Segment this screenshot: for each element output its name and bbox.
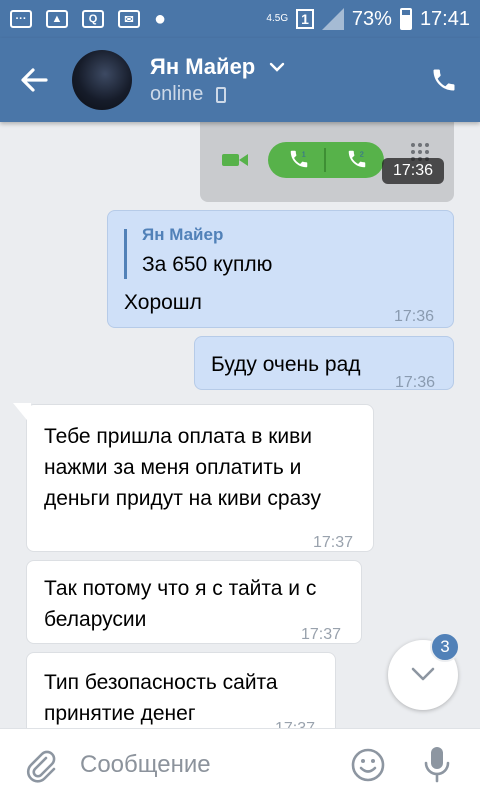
sim-badge-1: 1 (302, 149, 306, 158)
quote-text: За 650 куплю (142, 253, 273, 276)
message-time: 17:36 (394, 308, 435, 325)
chevron-down-icon[interactable] (268, 58, 286, 76)
paperclip-icon[interactable] (24, 749, 58, 783)
unread-badge: 3 (430, 632, 460, 662)
video-icon (222, 154, 248, 166)
message-text: Тебе пришла оплата в киви нажми за меня … (44, 425, 321, 510)
mail-notification-icon: ✉ (118, 10, 140, 28)
gallery-notification-icon: ▲ (46, 10, 68, 28)
message-list[interactable]: 1 2 17:36 Ян Майер За 650 куплю Хорошл 1… (0, 122, 480, 728)
message-time: 17:36 (395, 374, 436, 391)
signal-icon (321, 8, 344, 30)
battery-percent: 73% (351, 7, 392, 30)
message-text: Хорошл (124, 291, 202, 314)
chat-header: Ян Майер online (0, 38, 480, 122)
phone-call-icon[interactable] (430, 66, 458, 94)
message-time: 17:37 (313, 534, 354, 551)
outgoing-message[interactable]: Ян Майер За 650 куплю Хорошл 17:36 (107, 210, 454, 328)
notification-icons: ··· ▲ Q ✉ ● (10, 8, 166, 31)
avatar[interactable] (72, 50, 132, 110)
microphone-icon[interactable] (422, 745, 452, 785)
message-time: 17:37 (275, 713, 315, 728)
outgoing-message[interactable]: Буду очень рад 17:36 (194, 336, 454, 391)
contact-name[interactable]: Ян Майер (150, 54, 255, 80)
image-message[interactable]: 1 2 17:36 (200, 122, 454, 202)
back-arrow-icon[interactable] (18, 64, 50, 96)
chat-notification-icon: ● (154, 7, 167, 30)
message-time: 17:36 (382, 158, 444, 184)
message-composer (0, 728, 480, 800)
incoming-message[interactable]: Тип безопасность сайта принятие денег 17… (26, 652, 336, 728)
clock: 17:41 (419, 7, 470, 30)
phone-icon: 1 (290, 149, 308, 168)
incoming-message[interactable]: Так потому что я с тайта и с беларусии 1… (26, 560, 362, 644)
incoming-message[interactable]: Тебе пришла оплата в киви нажми за меня … (13, 403, 374, 552)
call-divider (324, 148, 326, 172)
bubble-tail (13, 403, 31, 425)
chevron-down-icon (411, 667, 435, 681)
quote-author: Ян Майер (142, 225, 224, 244)
contact-status: online (150, 83, 204, 105)
search-notification-icon: Q (82, 10, 104, 28)
mobile-device-icon (216, 87, 226, 103)
quote-bar (124, 229, 127, 279)
system-indicators: 4.5G 1 73% 17:41 (266, 8, 470, 31)
sim-badge-2: 2 (360, 149, 364, 158)
message-time: 17:37 (301, 626, 342, 643)
battery-icon (399, 8, 412, 30)
messages-notification-icon: ··· (10, 10, 32, 28)
network-type: 4.5G (266, 13, 289, 24)
message-input[interactable] (80, 743, 330, 787)
status-bar: ··· ▲ Q ✉ ● 4.5G 1 73% 17:41 (0, 0, 480, 38)
phone-icon: 2 (348, 149, 366, 168)
sim-indicator: 1 (296, 9, 314, 29)
message-text: Буду очень рад (211, 353, 361, 376)
emoji-icon[interactable] (350, 747, 386, 783)
